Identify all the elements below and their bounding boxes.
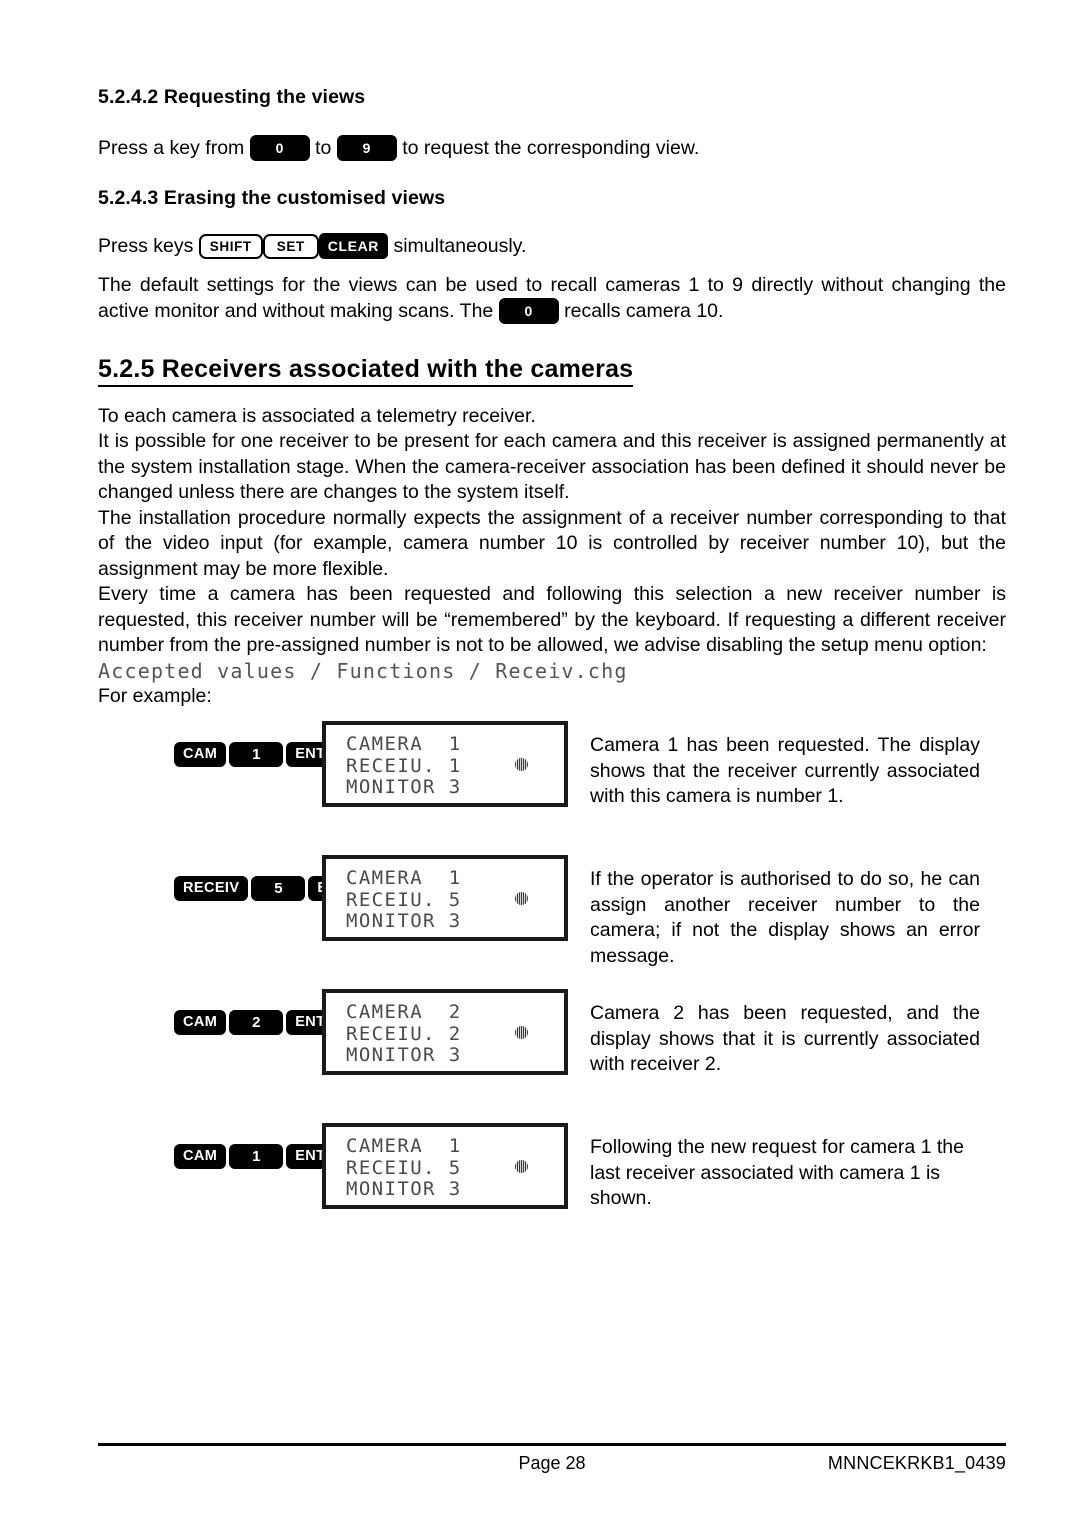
- example-description: Camera 1 has been requested. The display…: [590, 734, 980, 807]
- for-example-label: For example:: [98, 684, 212, 707]
- example-description: Following the new request for camera 1 t…: [590, 1136, 964, 1209]
- to-label: to: [315, 137, 332, 160]
- example-block: CAM 2 ENTER CAMERA 2 RECEIU. 2 MONITOR 3 C…: [98, 989, 1006, 1089]
- lcd-display: CAMERA 1 RECEIU. 5 MONITOR 3: [322, 855, 568, 941]
- heading-5-2-5: 5.2.5 Receivers associated with the came…: [98, 355, 634, 387]
- lcd-text: CAMERA 1 RECEIU. 1 MONITOR 3: [346, 733, 462, 798]
- example-description: If the operator is authorised to do so, …: [590, 868, 980, 967]
- press-keys-label: Press keys: [98, 235, 194, 258]
- menu-path-text: Accepted values / Functions / Receiv.chg: [98, 658, 628, 683]
- lcd-text: CAMERA 1 RECEIU. 5 MONITOR 3: [346, 1135, 462, 1200]
- key-clear[interactable]: CLEAR: [318, 233, 389, 259]
- indicator-led-icon: [515, 892, 528, 905]
- paragraph-requesting-views: Press a key from 0 to 9 to request the c…: [98, 135, 1006, 162]
- heading-5-2-4-2: 5.2.4.2 Requesting the views: [98, 86, 366, 108]
- page-content: 5.2.4.2 Requesting the views Press a key…: [98, 0, 1006, 1223]
- footer-divider: [98, 1443, 1006, 1446]
- indicator-led-icon: [515, 1160, 528, 1173]
- lcd-display: CAMERA 1 RECEIU. 5 MONITOR 3: [322, 1123, 568, 1209]
- lcd-text: CAMERA 2 RECEIU. 2 MONITOR 3: [346, 1001, 462, 1066]
- indicator-led-icon: [515, 1026, 528, 1039]
- paragraph-installation-procedure: The installation procedure normally expe…: [98, 506, 1006, 580]
- key-number[interactable]: 5: [251, 876, 306, 901]
- paragraph-remembered-receiver: Every time a camera has been requested a…: [98, 583, 1006, 656]
- default-settings-text-2: recalls camera 10.: [564, 299, 724, 322]
- key-number[interactable]: 2: [229, 1010, 284, 1035]
- paragraph-telemetry-receiver: To each camera is associated a telemetry…: [98, 404, 536, 427]
- paragraph-press-keys: Press keys SHIFT SET CLEAR simultaneously.: [98, 233, 1006, 260]
- footer-row: Page 28 MNNCEKRKB1_0439: [98, 1453, 1006, 1483]
- example-block: CAM 1 ENTER CAMERA 1 RECEIU. 1 MONITOR 3 C…: [98, 721, 1006, 821]
- press-key-from-label: Press a key from: [98, 137, 245, 160]
- key-9[interactable]: 9: [336, 135, 397, 161]
- request-view-label: to request the corresponding view.: [402, 137, 700, 160]
- key-cam[interactable]: CAM: [174, 742, 227, 767]
- key-cam[interactable]: CAM: [174, 1144, 227, 1169]
- key-number[interactable]: 1: [229, 742, 284, 767]
- key-0-recall[interactable]: 0: [498, 297, 559, 324]
- paragraph-one-receiver: It is possible for one receiver to be pr…: [98, 430, 1006, 503]
- key-shift[interactable]: SHIFT: [198, 233, 263, 259]
- heading-5-2-4-3: 5.2.4.3 Erasing the customised views: [98, 187, 446, 209]
- key-cam[interactable]: CAM: [174, 1010, 227, 1035]
- page-footer: Page 28 MNNCEKRKB1_0439: [98, 1443, 1006, 1483]
- paragraph-default-settings: The default settings for the views can b…: [98, 273, 1006, 325]
- simultaneously-label: simultaneously.: [393, 235, 527, 258]
- document-page: 5.2.4.2 Requesting the views Press a key…: [0, 0, 1080, 1528]
- key-0[interactable]: 0: [249, 135, 310, 161]
- lcd-display: CAMERA 1 RECEIU. 1 MONITOR 3: [322, 721, 568, 807]
- example-block: RECEIV5ENTER CAMERA 1 RECEIU. 5 MONITOR …: [98, 855, 1006, 967]
- example-description: Camera 2 has been requested, and the dis…: [590, 1002, 980, 1075]
- document-code: MNNCEKRKB1_0439: [827, 1453, 1006, 1473]
- indicator-led-icon: [515, 758, 528, 771]
- key-set[interactable]: SET: [262, 233, 319, 259]
- lcd-display: CAMERA 2 RECEIU. 2 MONITOR 3: [322, 989, 568, 1075]
- example-block: CAM 1 ENTER CAMERA 1 RECEIU. 5 MONITOR 3 F…: [98, 1123, 1006, 1223]
- lcd-text: CAMERA 1 RECEIU. 5 MONITOR 3: [346, 867, 462, 932]
- key-number[interactable]: 1: [229, 1144, 284, 1169]
- heading-5-2-5-wrapper: 5.2.5 Receivers associated with the came…: [98, 355, 1006, 387]
- key-receiv[interactable]: RECEIV: [174, 876, 249, 901]
